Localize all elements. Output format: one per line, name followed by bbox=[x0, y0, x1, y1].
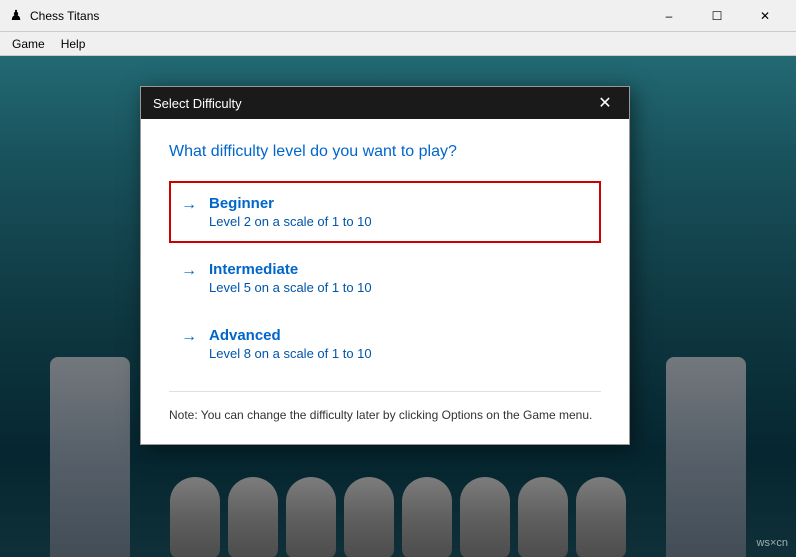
app-title: Chess Titans bbox=[30, 9, 646, 23]
app-icon: ♟ bbox=[8, 8, 24, 24]
menu-bar: Game Help bbox=[0, 32, 796, 56]
difficulty-info-intermediate: Intermediate Level 5 on a scale of 1 to … bbox=[209, 261, 372, 295]
title-bar-controls: – ☐ ✕ bbox=[646, 2, 788, 30]
difficulty-name-beginner: Beginner bbox=[209, 195, 372, 212]
difficulty-option-intermediate[interactable]: → Intermediate Level 5 on a scale of 1 t… bbox=[169, 247, 601, 309]
difficulty-option-beginner[interactable]: → Beginner Level 2 on a scale of 1 to 10 bbox=[169, 181, 601, 243]
title-bar: ♟ Chess Titans – ☐ ✕ bbox=[0, 0, 796, 32]
watermark: ws×cn bbox=[757, 537, 789, 549]
difficulty-info-beginner: Beginner Level 2 on a scale of 1 to 10 bbox=[209, 195, 372, 229]
app-window: ♟ Chess Titans – ☐ ✕ Game Help bbox=[0, 0, 796, 557]
dialog-title: Select Difficulty bbox=[153, 96, 242, 111]
arrow-icon-beginner: → bbox=[181, 196, 197, 214]
arrow-icon-advanced: → bbox=[181, 328, 197, 346]
dialog-close-button[interactable]: ✕ bbox=[593, 91, 617, 115]
difficulty-option-advanced[interactable]: → Advanced Level 8 on a scale of 1 to 10 bbox=[169, 313, 601, 375]
difficulty-info-advanced: Advanced Level 8 on a scale of 1 to 10 bbox=[209, 327, 372, 361]
menu-item-help[interactable]: Help bbox=[53, 35, 94, 53]
dialog-body: What difficulty level do you want to pla… bbox=[141, 119, 629, 444]
difficulty-desc-advanced: Level 8 on a scale of 1 to 10 bbox=[209, 346, 372, 361]
app-close-button[interactable]: ✕ bbox=[742, 2, 788, 30]
menu-item-game[interactable]: Game bbox=[4, 35, 53, 53]
minimize-button[interactable]: – bbox=[646, 2, 692, 30]
arrow-icon-intermediate: → bbox=[181, 262, 197, 280]
dialog-note: Note: You can change the difficulty late… bbox=[169, 391, 601, 424]
difficulty-name-intermediate: Intermediate bbox=[209, 261, 372, 278]
maximize-button[interactable]: ☐ bbox=[694, 2, 740, 30]
difficulty-desc-beginner: Level 2 on a scale of 1 to 10 bbox=[209, 214, 372, 229]
difficulty-name-advanced: Advanced bbox=[209, 327, 372, 344]
select-difficulty-dialog: Select Difficulty ✕ What difficulty leve… bbox=[140, 86, 630, 445]
dialog-titlebar: Select Difficulty ✕ bbox=[141, 87, 629, 119]
difficulty-desc-intermediate: Level 5 on a scale of 1 to 10 bbox=[209, 280, 372, 295]
dialog-question: What difficulty level do you want to pla… bbox=[169, 143, 601, 161]
game-content: Select Difficulty ✕ What difficulty leve… bbox=[0, 56, 796, 557]
